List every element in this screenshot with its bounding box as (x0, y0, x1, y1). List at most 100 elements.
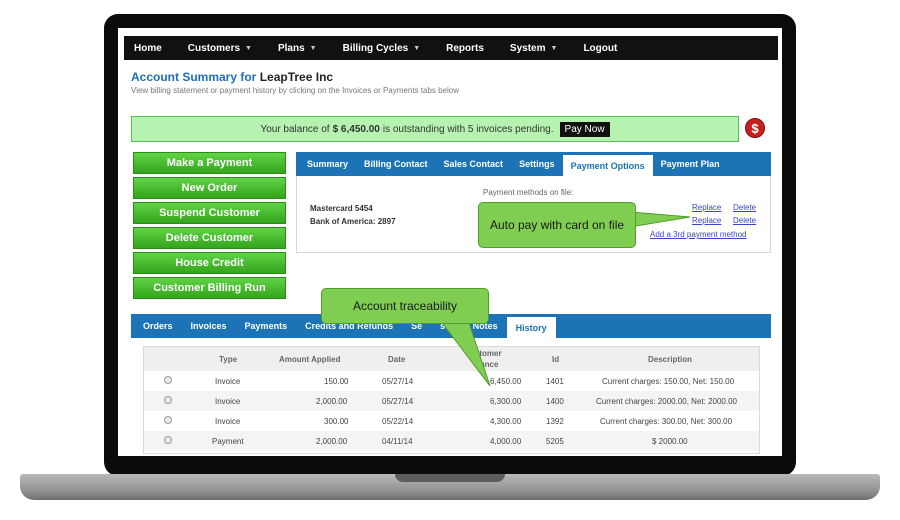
replace-link-2[interactable]: Replace (692, 216, 721, 225)
cell-date: 05/27/14 (382, 397, 414, 406)
cell-id: 1401 (546, 377, 564, 386)
chevron-down-icon: ▼ (413, 44, 421, 52)
cell-amount: 150.00 (324, 377, 349, 386)
col-type: Type (219, 355, 238, 364)
nav-home-label: Home (134, 42, 162, 54)
chevron-down-icon: ▼ (550, 44, 558, 52)
balance-amount: $ 6,450.00 (332, 123, 380, 135)
delete-customer-button[interactable]: Delete Customer (133, 227, 286, 249)
cell-balance: 6,450.00 (490, 377, 522, 386)
balance-suffix: is outstanding with 5 invoices pending. (382, 123, 554, 135)
row-radio[interactable] (164, 436, 172, 444)
table-header: Type Amount Applied Date ustomer lance I… (144, 347, 759, 371)
card-bank-of-america: Bank of America: 2897 (310, 217, 396, 226)
page-title: Account Summary for LeapTree Inc (131, 70, 333, 84)
nav-logout[interactable]: Logout (583, 43, 617, 54)
nav-billing-cycles[interactable]: Billing Cycles ▼ (343, 43, 421, 54)
tab-summary[interactable]: Summary (299, 152, 356, 176)
tab-settings[interactable]: Settings (511, 152, 563, 176)
chevron-down-icon: ▼ (309, 44, 317, 52)
row-radio[interactable] (164, 396, 172, 404)
nav-home[interactable]: Home (134, 43, 162, 54)
make-payment-button[interactable]: Make a Payment (133, 152, 286, 174)
customer-billing-run-button[interactable]: Customer Billing Run (133, 277, 286, 299)
app-screen: Home Customers ▼ Plans ▼ Billing Cycles ▼ R… (118, 28, 782, 456)
account-tabs: Summary Billing Contact Sales Contact Se… (296, 152, 771, 176)
cell-description: Current charges: 150.00, Net: 150.00 (602, 377, 735, 386)
cell-description: Current charges: 2000.00, Net: 2000.00 (596, 397, 737, 406)
row-radio[interactable] (164, 416, 172, 424)
nav-system[interactable]: System ▼ (510, 43, 558, 54)
cell-amount: 2,000.00 (316, 437, 348, 446)
col-description: Description (648, 355, 693, 364)
cell-id: 5205 (546, 437, 564, 446)
nav-billing-cycles-label: Billing Cycles (342, 42, 409, 54)
cell-type: Invoice (215, 417, 241, 426)
cell-date: 05/27/14 (382, 377, 414, 386)
house-credit-button[interactable]: House Credit (133, 252, 286, 274)
autopay-callout-text: Auto pay with card on file (489, 218, 625, 232)
table-row[interactable]: Invoice 150.00 05/27/14 6,450.00 1401 Cu… (144, 371, 759, 391)
action-buttons: Make a Payment New Order Suspend Custome… (133, 152, 286, 302)
cell-type: Invoice (215, 377, 241, 386)
top-navigation: Home Customers ▼ Plans ▼ Billing Cycles ▼ R… (124, 36, 778, 60)
chevron-down-icon: ▼ (245, 44, 252, 52)
new-order-button[interactable]: New Order (133, 177, 286, 199)
tab-sales-contact[interactable]: Sales Contact (436, 152, 512, 176)
col-date: Date (388, 355, 406, 364)
traceability-callout: Account traceability (321, 288, 489, 324)
cell-id: 1400 (546, 397, 564, 406)
col-customer: ustomer (470, 349, 502, 358)
page-title-prefix: Account Summary for (131, 70, 260, 84)
tab-invoices[interactable]: Invoices (182, 314, 236, 338)
nav-reports-label: Reports (446, 42, 484, 54)
page-subtitle: View billing statement or payment histor… (131, 86, 460, 95)
table-row[interactable]: Invoice 300.00 05/22/14 4,300.00 1392 Cu… (144, 411, 759, 431)
col-id: Id (552, 355, 560, 364)
balance-prefix: Your balance of (260, 123, 330, 135)
cell-type: Payment (212, 437, 244, 446)
tab-payment-options[interactable]: Payment Options (562, 155, 653, 176)
cell-date: 04/11/14 (382, 437, 413, 446)
nav-plans[interactable]: Plans ▼ (278, 43, 317, 54)
cell-type: Invoice (215, 397, 241, 406)
table-row[interactable]: Payment 2,000.00 04/11/14 4,000.00 5205 … (144, 431, 759, 451)
row-radio[interactable] (164, 376, 172, 384)
tab-orders[interactable]: Orders (134, 314, 182, 338)
tab-billing-contact[interactable]: Billing Contact (356, 152, 436, 176)
tab-payment-plan[interactable]: Payment Plan (653, 152, 728, 176)
cell-date: 05/22/14 (382, 417, 414, 426)
replace-link-1[interactable]: Replace (692, 203, 721, 212)
cell-amount: 300.00 (324, 417, 349, 426)
autopay-callout: Auto pay with card on file (478, 202, 636, 248)
laptop-notch (395, 474, 505, 482)
col-amount-applied: Amount Applied (279, 355, 341, 364)
cell-balance: 4,300.00 (490, 417, 522, 426)
nav-plans-label: Plans (277, 42, 305, 54)
tab-payments[interactable]: Payments (236, 314, 297, 338)
traceability-callout-text: Account traceability (352, 299, 458, 313)
cell-balance: 4,000.00 (490, 437, 522, 446)
nav-system-label: System (509, 42, 546, 54)
table-row[interactable]: Invoice 2,000.00 05/27/14 6,300.00 1400 … (144, 391, 759, 411)
history-table: Type Amount Applied Date ustomer lance I… (143, 346, 760, 454)
nav-reports[interactable]: Reports (446, 43, 484, 54)
payment-methods-label: Payment methods on file: (483, 188, 574, 197)
col-balance: lance (478, 360, 499, 369)
cell-description: Current charges: 300.00, Net: 300.00 (600, 417, 733, 426)
card-mastercard: Mastercard 5454 (310, 204, 373, 213)
add-payment-method-link[interactable]: Add a 3rd payment method (650, 230, 747, 239)
delete-link-1[interactable]: Delete (733, 203, 756, 212)
tab-history[interactable]: History (506, 317, 556, 338)
pay-now-button[interactable]: Pay Now (559, 121, 610, 137)
delete-link-2[interactable]: Delete (733, 216, 756, 225)
cell-id: 1392 (546, 417, 564, 426)
company-name: LeapTree Inc (259, 70, 334, 84)
cell-description: $ 2000.00 (652, 437, 688, 446)
nav-customers[interactable]: Customers ▼ (188, 43, 252, 54)
cell-amount: 2,000.00 (316, 397, 348, 406)
suspend-customer-button[interactable]: Suspend Customer (133, 202, 286, 224)
dollar-icon[interactable]: $ (745, 118, 765, 138)
cell-balance: 6,300.00 (490, 397, 522, 406)
balance-banner: Your balance of $ 6,450.00 is outstandin… (131, 116, 739, 142)
